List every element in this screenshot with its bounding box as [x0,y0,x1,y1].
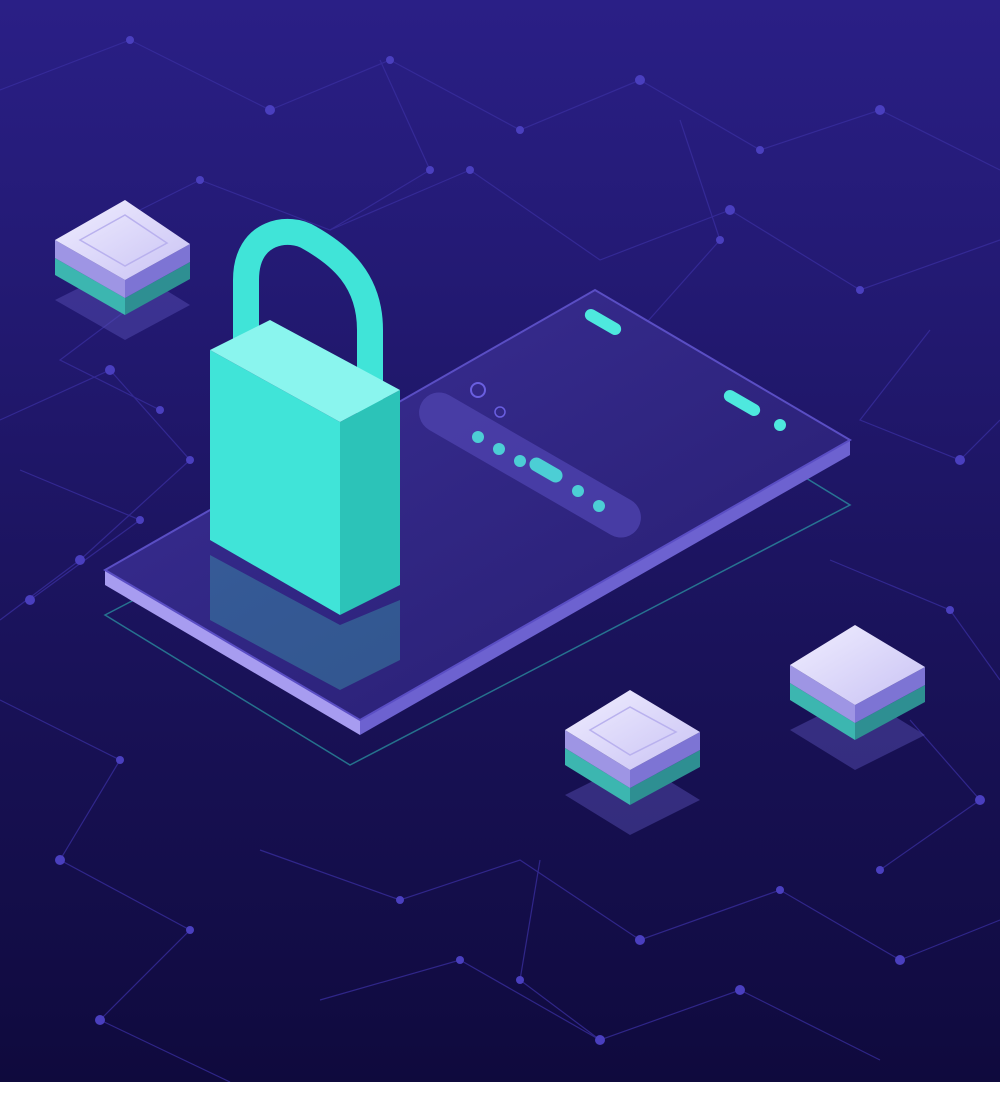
illustration-frame [0,0,1000,1082]
bottom-margin [0,1082,1000,1100]
phone-camera [774,419,786,431]
padlock-body-side [340,390,400,615]
illustration-canvas [0,0,1000,1082]
